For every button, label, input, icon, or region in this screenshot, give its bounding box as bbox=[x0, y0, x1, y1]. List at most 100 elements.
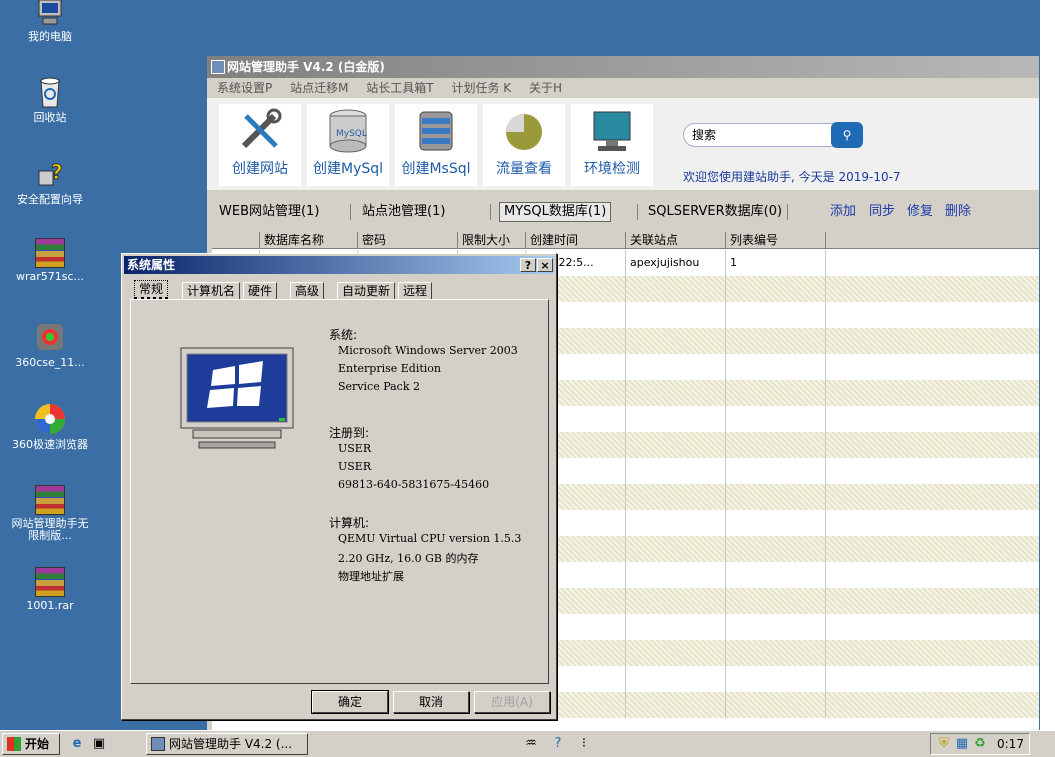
show-desktop-icon[interactable]: ▣ bbox=[90, 735, 108, 753]
menu-about[interactable]: 关于H bbox=[529, 81, 562, 95]
desktop-icon-360cse-installer[interactable]: 360cse_11... bbox=[8, 320, 92, 369]
ie-icon[interactable]: e bbox=[68, 735, 86, 753]
tab-sqlserver[interactable]: SQLSERVER数据库(0) bbox=[648, 200, 782, 224]
create-website-button[interactable]: 创建网站 bbox=[219, 104, 301, 186]
dialog-tabs: 常规 计算机名 硬件 高级 自动更新 远程 bbox=[130, 280, 550, 300]
svg-text:?: ? bbox=[51, 160, 63, 184]
windows-flag-icon bbox=[7, 737, 21, 751]
table-cell bbox=[626, 484, 726, 510]
memory-info: 2.20 GHz, 16.0 GB 的内存 bbox=[338, 552, 479, 565]
table-cell bbox=[726, 328, 826, 354]
tab-remote[interactable]: 远程 bbox=[398, 282, 433, 300]
close-button[interactable]: × bbox=[537, 258, 553, 272]
system-properties-dialog: 系统属性 ? × 常规 计算机名 硬件 高级 自动更新 远程 系统: Micro… bbox=[121, 253, 557, 720]
dialog-titlebar[interactable]: 系统属性 ? × bbox=[124, 256, 554, 274]
tab-web-sites[interactable]: WEB网站管理(1) bbox=[219, 200, 319, 224]
desktop: 我的电脑 回收站 ? 安全配置向导 wrar571sc... 360cse_11… bbox=[0, 0, 1055, 730]
app-icon bbox=[211, 60, 225, 74]
help-circle-icon[interactable]: ? bbox=[549, 735, 567, 753]
clock[interactable]: 0:17 bbox=[997, 734, 1024, 754]
tab-advanced[interactable]: 高级 bbox=[290, 282, 325, 300]
app-icon bbox=[151, 737, 165, 751]
table-cell: apexjujishou bbox=[626, 250, 726, 276]
view-traffic-button[interactable]: 流量查看 bbox=[483, 104, 565, 186]
shield-icon[interactable]: ⛨ bbox=[935, 735, 953, 753]
menu-system-settings[interactable]: 系统设置P bbox=[217, 81, 272, 95]
sync-button[interactable]: 同步 bbox=[869, 200, 895, 224]
app-titlebar[interactable]: 网站管理助手 V4.2 (白金版) bbox=[207, 56, 1039, 78]
desktop-icon-360-browser[interactable]: 360极速浏览器 bbox=[8, 402, 92, 451]
table-cell bbox=[626, 276, 726, 302]
network-icon[interactable]: ♒ bbox=[522, 735, 540, 753]
desktop-icon-my-computer[interactable]: 我的电脑 bbox=[8, 0, 92, 43]
tab-computer-name[interactable]: 计算机名 bbox=[182, 282, 241, 300]
desktop-icon-recycle-bin[interactable]: 回收站 bbox=[8, 75, 92, 124]
grid-header-created[interactable]: 创建时间 bbox=[526, 232, 626, 249]
environment-check-button[interactable]: 环境检测 bbox=[571, 104, 653, 186]
apply-button[interactable]: 应用(A) bbox=[474, 691, 550, 713]
menu-webmaster-tools[interactable]: 站长工具箱T bbox=[366, 81, 433, 95]
help-button[interactable]: ? bbox=[520, 258, 536, 272]
add-button[interactable]: 添加 bbox=[830, 200, 856, 224]
winrar-archive-icon bbox=[35, 485, 65, 515]
start-label: 开始 bbox=[25, 737, 50, 751]
grid-header: 数据库名称 密码 限制大小 创建时间 关联站点 列表编号 bbox=[212, 232, 1039, 249]
table-cell bbox=[626, 562, 726, 588]
table-cell bbox=[726, 276, 826, 302]
general-panel: 系统: Microsoft Windows Server 2003 Enterp… bbox=[130, 299, 549, 684]
table-cell bbox=[726, 406, 826, 432]
start-button[interactable]: 开始 bbox=[2, 733, 60, 755]
cancel-button[interactable]: 取消 bbox=[393, 691, 469, 713]
grid-header-name[interactable]: 数据库名称 bbox=[260, 232, 358, 249]
desktop-icon-1001-rar[interactable]: 1001.rar bbox=[8, 567, 92, 612]
table-cell bbox=[726, 432, 826, 458]
table-cell: 1 bbox=[726, 250, 826, 276]
search-button[interactable]: ⚲ bbox=[831, 122, 863, 148]
menu-scheduled-tasks[interactable]: 计划任务 K bbox=[451, 81, 511, 95]
grid-header-site[interactable]: 关联站点 bbox=[626, 232, 726, 249]
winrar-archive-icon bbox=[35, 238, 65, 268]
network-connection-icon[interactable]: ▦ bbox=[953, 735, 971, 753]
dialog-title: 系统属性 bbox=[127, 258, 176, 272]
tray-extra-icon[interactable]: ⁝ bbox=[575, 735, 593, 753]
app-title: 网站管理助手 V4.2 (白金版) bbox=[227, 60, 385, 74]
ok-button[interactable]: 确定 bbox=[311, 690, 389, 714]
registered-user: USER bbox=[338, 442, 372, 455]
delete-button[interactable]: 删除 bbox=[945, 200, 971, 224]
traffic-pie-icon bbox=[498, 108, 550, 154]
tab-divider bbox=[637, 204, 638, 220]
menu-site-migration[interactable]: 站点迁移M bbox=[290, 81, 348, 95]
table-cell bbox=[726, 588, 826, 614]
winrar-archive-icon bbox=[35, 567, 65, 597]
repair-button[interactable]: 修复 bbox=[907, 200, 933, 224]
tab-general[interactable]: 常规 bbox=[134, 280, 169, 300]
desktop-icon-site-manager-archive[interactable]: 网站管理助手无限制版... bbox=[8, 485, 92, 542]
create-mysql-button[interactable]: MySQL 创建MySql bbox=[307, 104, 389, 186]
table-cell bbox=[726, 614, 826, 640]
360-tray-icon[interactable]: ♻ bbox=[971, 735, 989, 753]
tab-site-pools[interactable]: 站点池管理(1) bbox=[362, 200, 445, 224]
table-cell bbox=[626, 354, 726, 380]
svg-text:MySQL: MySQL bbox=[336, 129, 367, 139]
table-cell bbox=[726, 354, 826, 380]
desktop-icon-security-wizard[interactable]: ? 安全配置向导 bbox=[8, 157, 92, 206]
system-header: 系统: bbox=[329, 328, 358, 342]
360-browser-icon bbox=[33, 402, 67, 436]
table-cell bbox=[626, 406, 726, 432]
tab-hardware[interactable]: 硬件 bbox=[243, 282, 278, 300]
search-icon: ⚲ bbox=[842, 128, 852, 142]
grid-header-index[interactable]: 列表编号 bbox=[726, 232, 826, 249]
grid-header-password[interactable]: 密码 bbox=[358, 232, 458, 249]
cpu-info: QEMU Virtual CPU version 1.5.3 bbox=[338, 532, 522, 545]
system-tray: ⛨ ▦ ♻ 0:17 bbox=[930, 733, 1030, 755]
create-mssql-button[interactable]: 创建MsSql bbox=[395, 104, 477, 186]
grid-header-size-limit[interactable]: 限制大小 bbox=[458, 232, 526, 249]
mysql-database-icon: MySQL bbox=[322, 108, 374, 154]
tab-divider bbox=[490, 204, 491, 220]
tab-auto-update[interactable]: 自动更新 bbox=[337, 282, 396, 300]
table-cell bbox=[726, 380, 826, 406]
tab-mysql[interactable]: MYSQL数据库(1) bbox=[499, 202, 612, 222]
taskbar-item-site-manager[interactable]: 网站管理助手 V4.2 (... bbox=[146, 733, 308, 755]
table-cell bbox=[626, 380, 726, 406]
desktop-icon-winrar-installer[interactable]: wrar571sc... bbox=[8, 238, 92, 283]
